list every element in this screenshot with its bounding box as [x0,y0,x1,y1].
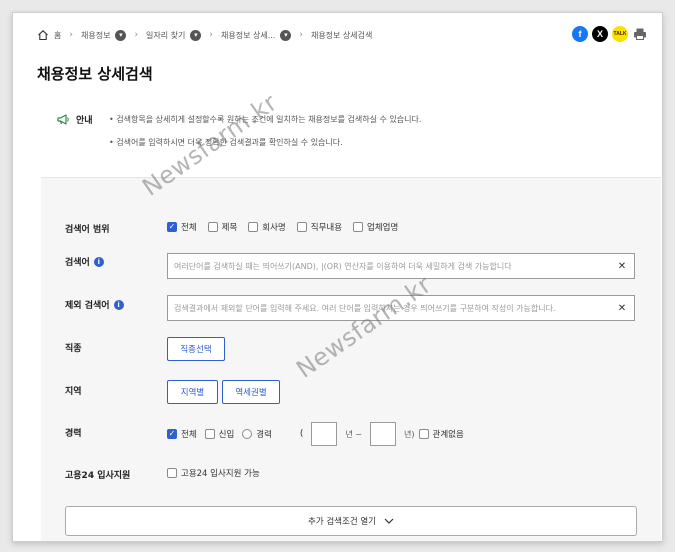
career-year-from-input[interactable] [311,422,338,446]
option-label: 직무내용 [310,223,343,233]
notice-line: • 검색항목을 상세히게 설정할수록 원하는 조건에 일치하는 채용정보를 검색… [109,115,422,124]
checkbox-icon[interactable] [353,222,364,232]
career-label-text: 경력 [65,429,82,439]
chevron-right-icon: › [134,30,139,40]
exclude-label-text: 제외 검색어 [65,301,110,311]
career-options: ✓ 전체 신입 경력 ( 년 ~ 년) 관계없음 [167,422,464,446]
breadcrumb-item-1[interactable]: 채용정보 ▾ [80,29,127,41]
scope-option-business[interactable]: 업체업명 [353,221,398,233]
job-type-select-button[interactable]: 직종선택 [167,337,225,361]
share-buttons: f X TALK [572,26,648,42]
breadcrumb: 홈 › 채용정보 ▾ › 일자리 찾기 ▾ › 채용정보 상세... ▾ › 채… [37,27,372,43]
notice-label: 안내 [76,116,93,126]
breadcrumb-current: 채용정보 상세검색 [311,30,372,41]
job-type-label: 직종 [65,341,82,354]
chevron-right-icon: › [209,30,213,40]
home-icon [38,30,48,41]
checkbox-checked-icon[interactable]: ✓ [167,222,177,232]
breadcrumb-item-label: 채용정보 [80,30,111,40]
clear-icon[interactable]: ✕ [616,303,628,314]
scope-option-all[interactable]: ✓ 전체 [167,221,197,233]
breadcrumb-item-label: 일자리 찾기 [146,30,186,40]
option-label: 관계없음 [432,430,464,440]
option-label: 전체 [181,430,197,440]
career-option-experienced[interactable]: 경력 [242,428,272,440]
search-scope-options: ✓ 전체 제목 회사명 직무내용 업체업명 [167,221,398,233]
keyword-input[interactable] [174,261,616,271]
page-frame: 홈 › 채용정보 ▾ › 일자리 찾기 ▾ › 채용정보 상세... ▾ › 채… [12,12,663,542]
temp-support-label: 고용24 입사지원 [65,468,130,481]
checkbox-icon[interactable] [418,429,429,439]
breadcrumb-item-label: 채용정보 상세... [221,30,276,40]
career-option-all[interactable]: ✓ 전체 [167,428,197,440]
breadcrumb-item-label: 채용정보 상세검색 [310,30,373,40]
year-from-label: 년 ~ [345,429,363,439]
chevron-down-icon [384,518,394,524]
option-label: 전체 [181,223,197,233]
checkbox-checked-icon[interactable]: ✓ [167,429,177,439]
option-label: 고용24 입사지원 가능 [181,469,260,479]
info-icon[interactable]: i [113,299,124,310]
keyword-field: ✕ [167,253,635,279]
notice-line: • 검색어를 입력하시면 더욱 정확한 검색결과를 확인하실 수 있습니다. [109,138,343,147]
region-label: 지역 [65,384,82,397]
scope-option-duty[interactable]: 직무내용 [296,221,343,233]
paren-open: ( [299,429,304,439]
region-label-text: 지역 [65,387,82,397]
chevron-right-icon: › [299,30,303,40]
breadcrumb-home[interactable]: 홈 [37,29,61,41]
search-scope-label-text: 검색어 범위 [65,225,110,235]
kakaotalk-icon[interactable]: TALK [612,26,628,42]
more-icon[interactable]: ▾ [115,29,127,41]
search-panel: 검색어 범위 ✓ 전체 제목 회사명 직무내용 업체업명 검색어 i ✕ 제외 검… [41,177,661,541]
checkbox-icon[interactable] [296,222,307,232]
career-option-newcomer[interactable]: 신입 [204,428,235,440]
megaphone-icon [57,114,69,125]
career-label: 경력 [65,426,82,439]
region-by-area-button[interactable]: 지역별 [167,380,218,404]
region-by-station-button[interactable]: 역세권별 [222,380,280,404]
year-to-label: 년) [404,429,415,439]
scope-option-title[interactable]: 제목 [207,221,238,233]
career-year-to-input[interactable] [370,422,397,446]
option-label: 회사명 [262,223,286,233]
info-icon[interactable]: i [93,256,104,267]
temp-support-label-text: 고용24 입사지원 [65,471,131,481]
checkbox-icon[interactable] [248,222,259,232]
exclude-field: ✕ [167,295,635,321]
more-icon[interactable]: ▾ [280,29,292,41]
facebook-icon[interactable]: f [572,26,588,42]
keyword-label: 검색어 i [65,255,104,268]
career-option-no-matter[interactable]: 관계없음 [418,428,464,440]
search-scope-label: 검색어 범위 [65,222,110,235]
more-conditions-label: 추가 검색조건 열기 [308,517,376,527]
job-type-label-text: 직종 [65,344,82,354]
checkbox-icon[interactable] [207,222,218,232]
option-label: 제목 [221,223,238,233]
checkbox-icon[interactable] [204,429,215,439]
radio-icon[interactable] [242,429,253,439]
breadcrumb-item-2[interactable]: 일자리 찾기 ▾ [146,29,202,41]
breadcrumb-item-3[interactable]: 채용정보 상세... ▾ [221,29,292,41]
more-icon[interactable]: ▾ [190,29,202,41]
option-label: 경력 [256,430,272,440]
page-title: 채용정보 상세검색 [37,65,153,83]
keyword-label-text: 검색어 [65,258,90,268]
temp-support-option[interactable]: 고용24 입사지원 가능 [167,467,260,479]
notice-head: 안내 [57,113,93,126]
print-icon[interactable] [632,26,648,42]
chevron-right-icon: › [69,30,73,40]
checkbox-icon[interactable] [167,468,177,478]
scope-option-company[interactable]: 회사명 [248,221,286,233]
more-conditions-button[interactable]: 추가 검색조건 열기 [65,506,637,536]
exclude-input[interactable] [174,303,616,313]
breadcrumb-home-label: 홈 [54,30,62,40]
clear-icon[interactable]: ✕ [616,261,628,272]
temp-support-options: 고용24 입사지원 가능 [167,467,260,479]
exclude-label: 제외 검색어 i [65,298,124,311]
option-label: 신입 [218,430,235,440]
option-label: 업체업명 [367,223,399,233]
kakaotalk-icon-label: TALK [613,31,627,37]
x-icon[interactable]: X [592,26,608,42]
